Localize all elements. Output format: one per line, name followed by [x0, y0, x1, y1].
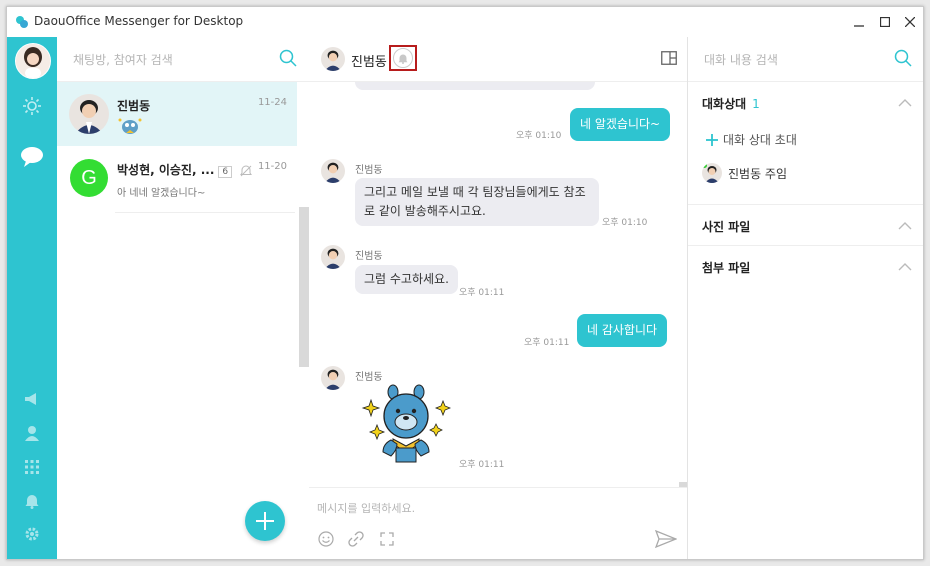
- room-date: 11-20: [257, 161, 287, 172]
- organization-icon[interactable]: [20, 94, 44, 118]
- new-chat-button[interactable]: [245, 501, 285, 541]
- app-logo-icon: [16, 16, 28, 28]
- person-icon[interactable]: [20, 421, 44, 445]
- conversation-search-bar[interactable]: 대화 내용 검색: [688, 37, 923, 82]
- apps-grid-icon[interactable]: [20, 455, 44, 479]
- messenger-window: DaouOffice Messenger for Desktop 채팅방, 참여…: [6, 6, 924, 560]
- search-icon[interactable]: [894, 49, 912, 67]
- chat-header: 진범동: [309, 37, 687, 82]
- plus-icon: [706, 133, 718, 146]
- avatar: [321, 159, 345, 183]
- outgoing-message-bubble: 네 감사합니다: [577, 314, 668, 347]
- chevron-up-icon[interactable]: [898, 222, 912, 230]
- photos-section-header[interactable]: 사진 파일: [702, 218, 750, 235]
- attach-link-icon[interactable]: [347, 530, 365, 548]
- incoming-message-bubble: 그리고 메일 보낼 때 각 팀장님들에게도 참조 로 같이 발송해주시고요.: [355, 178, 599, 226]
- notification-toggle-button[interactable]: [389, 45, 417, 71]
- chat-room-item[interactable]: G 박성현, 이승진, ... 6 11-20 아 네네 알겠습니다~: [57, 146, 297, 210]
- files-section-header[interactable]: 첨부 파일: [702, 259, 750, 276]
- sender-name: 진범동: [355, 372, 383, 383]
- divider: [688, 204, 923, 205]
- avatar: [321, 245, 345, 269]
- message-time: 오후 01:11: [524, 338, 570, 348]
- sender-name: 진범동: [355, 251, 383, 262]
- message-time: 오후 01:10: [516, 131, 562, 141]
- search-icon[interactable]: [279, 49, 297, 67]
- divider: [115, 212, 295, 213]
- invite-label: 대화 상대 초대: [723, 133, 797, 147]
- chat-room-list-panel: 채팅방, 참여자 검색 진범동 11-24 G 박성현, 이승진, ... 6 1…: [57, 37, 310, 559]
- participants-title: 대화상대: [702, 97, 747, 111]
- side-panel-toggle-icon[interactable]: [661, 51, 677, 65]
- avatar: [69, 94, 109, 134]
- outgoing-message-bubble: 네 알겠습니다~: [570, 108, 671, 141]
- megaphone-icon[interactable]: [20, 387, 44, 411]
- room-last-message: 아 네네 알겠습니다~: [117, 188, 206, 199]
- conversation-search-input[interactable]: 대화 내용 검색: [704, 51, 778, 68]
- room-search-input[interactable]: 채팅방, 참여자 검색: [73, 51, 173, 68]
- message-time: 오후 01:11: [459, 460, 505, 470]
- my-profile-avatar[interactable]: [15, 43, 51, 79]
- avatar: [321, 47, 345, 71]
- chat-title: 진범동: [351, 55, 387, 70]
- room-date: 11-24: [257, 97, 287, 108]
- chevron-up-icon[interactable]: [898, 263, 912, 271]
- message-list: 오후 01:10 네 알겠습니다~ 진범동 그리고 메일 보낼 때 각 팀장님들…: [309, 82, 687, 487]
- notification-bell-icon[interactable]: [20, 489, 44, 513]
- message-input[interactable]: 메시지를 입력하세요.: [317, 500, 415, 516]
- avatar: [702, 163, 722, 183]
- participants-section-header[interactable]: 대화상대 1: [702, 95, 760, 112]
- chat-room-item[interactable]: 진범동 11-24: [57, 82, 297, 146]
- chat-info-panel: 대화 내용 검색 대화상대 1 대화 상대 초대 진범동 주임 사진 파일 첨부 …: [687, 37, 923, 559]
- room-name: 진범동: [117, 99, 151, 113]
- close-button[interactable]: [898, 10, 922, 34]
- chat-conversation-panel: 진범동 오후 01:10 네 알겠습니다~ 진범동 그리고 메일 보낼 때 각 …: [309, 37, 687, 559]
- screen-capture-icon[interactable]: [378, 530, 396, 548]
- message-time: 오후 01:10: [602, 218, 648, 228]
- settings-gear-icon[interactable]: [20, 522, 44, 546]
- room-search-bar[interactable]: 채팅방, 참여자 검색: [57, 37, 309, 82]
- previous-message-bubble: [355, 82, 595, 90]
- message-line: 로 같이 발송해주시고요.: [364, 204, 486, 218]
- plus-icon: [256, 512, 274, 530]
- group-avatar: G: [70, 159, 108, 197]
- bear-sticker-image: [361, 384, 451, 463]
- bell-icon: [398, 54, 408, 64]
- room-name-text: 박성현, 이승진, ...: [117, 163, 215, 177]
- sender-name: 진범동: [355, 165, 383, 176]
- minimize-button[interactable]: [847, 10, 871, 34]
- incoming-message-bubble: 그럼 수고하세요.: [355, 265, 458, 294]
- chevron-up-icon[interactable]: [898, 99, 912, 107]
- muted-bell-icon: [240, 165, 253, 176]
- group-avatar-initial: G: [81, 166, 97, 189]
- room-list-scrollbar[interactable]: [299, 207, 309, 367]
- room-name: 박성현, 이승진, ... 6: [117, 161, 253, 178]
- sticker-preview-icon: [118, 118, 142, 134]
- title-bar: DaouOffice Messenger for Desktop: [7, 7, 923, 37]
- message-composer[interactable]: 메시지를 입력하세요.: [309, 487, 687, 559]
- maximize-button[interactable]: [873, 10, 897, 34]
- emoji-icon[interactable]: [317, 530, 335, 548]
- nav-sidebar: [7, 37, 57, 559]
- divider: [688, 245, 923, 246]
- participant-item[interactable]: 진범동 주임: [702, 163, 787, 183]
- send-icon[interactable]: [655, 530, 677, 548]
- message-time: 오후 01:11: [459, 288, 505, 298]
- invite-participant-button[interactable]: 대화 상대 초대: [706, 131, 797, 148]
- participant-name: 진범동 주임: [728, 166, 788, 181]
- online-status-dot: [702, 163, 707, 168]
- participants-count: 1: [752, 97, 760, 111]
- message-line: 그리고 메일 보낼 때 각 팀장님들에게도 참조: [364, 185, 586, 199]
- window-title: DaouOffice Messenger for Desktop: [34, 14, 244, 28]
- avatar: [321, 366, 345, 390]
- message-line: 그럼 수고하세요.: [364, 272, 449, 286]
- chat-bubble-icon[interactable]: [20, 145, 44, 169]
- member-count-badge: 6: [218, 166, 233, 178]
